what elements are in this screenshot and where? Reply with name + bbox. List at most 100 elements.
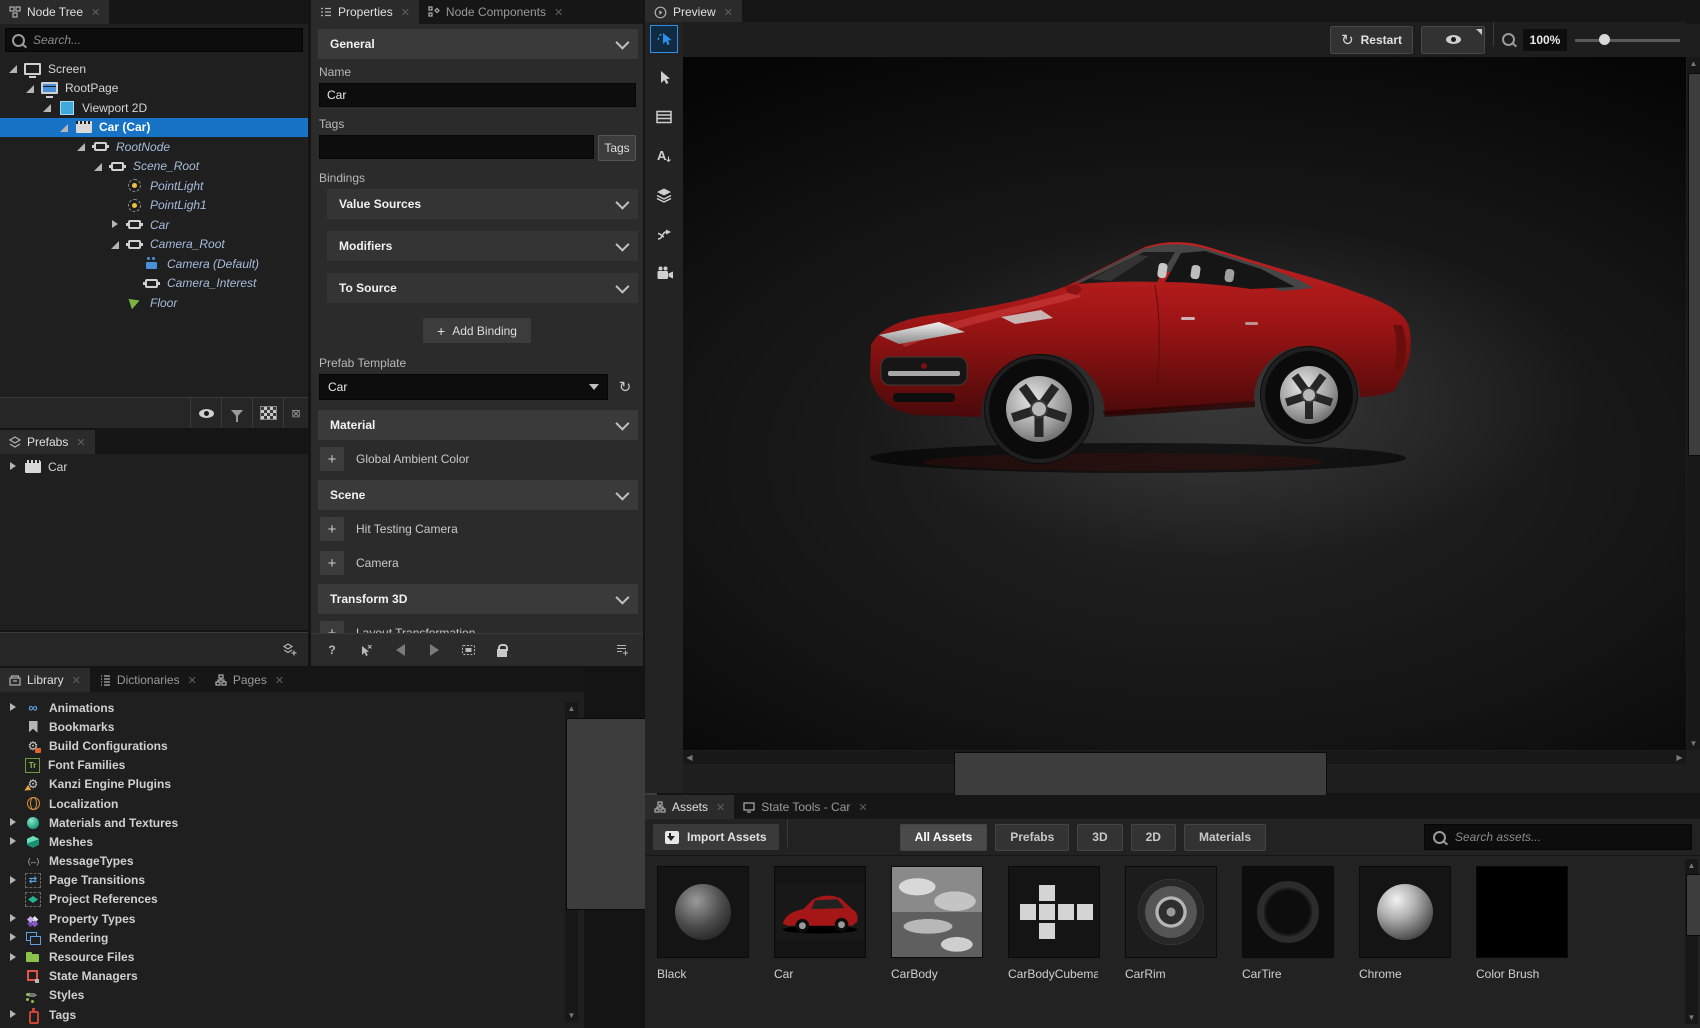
assets-search-input[interactable] xyxy=(1453,829,1683,845)
grid-tool-button[interactable] xyxy=(651,104,677,130)
scroll-down-icon[interactable]: ▼ xyxy=(1687,737,1700,750)
node-tree-search[interactable] xyxy=(5,28,303,52)
tree-item-camera-interest[interactable]: Camera_Interest xyxy=(0,274,308,294)
scroll-left-icon[interactable]: ◀ xyxy=(683,751,696,764)
expander-open-icon[interactable] xyxy=(93,162,102,171)
scroll-up-icon[interactable]: ▲ xyxy=(1685,859,1698,872)
zoom-slider[interactable] xyxy=(1575,30,1680,50)
tab-properties[interactable]: Properties ✕ xyxy=(311,0,419,24)
tree-item-floor[interactable]: Floor xyxy=(0,293,308,313)
black-sphere-thumbnail[interactable] xyxy=(657,866,749,958)
asset-card-cartire[interactable]: CarTire xyxy=(1242,866,1332,981)
library-item-animations[interactable]: Animations xyxy=(0,698,584,717)
section-value-sources[interactable]: Value Sources xyxy=(327,189,638,219)
add-property-button[interactable] xyxy=(319,446,345,472)
visibility-eye-button[interactable] xyxy=(190,398,221,428)
import-assets-button[interactable]: Import Assets xyxy=(653,824,779,850)
visibility-dropdown-button[interactable] xyxy=(1421,26,1485,54)
chrome-sphere-thumbnail[interactable] xyxy=(1359,866,1451,958)
expander-open-icon[interactable] xyxy=(59,123,68,132)
scroll-right-icon[interactable]: ▶ xyxy=(1673,751,1686,764)
expander-closed-icon[interactable] xyxy=(8,1010,17,1019)
tab-state-tools-car[interactable]: State Tools - Car ✕ xyxy=(734,795,876,819)
deselect-cursor-button[interactable] xyxy=(357,641,375,659)
expander-closed-icon[interactable] xyxy=(110,220,119,229)
library-item-rendering[interactable]: Rendering xyxy=(0,928,584,947)
tab-preview[interactable]: Preview ✕ xyxy=(645,0,742,24)
asset-card-carbodycubemap[interactable]: CarBodyCubema... xyxy=(1008,866,1098,981)
slider-thumb[interactable] xyxy=(1599,34,1610,45)
cubemap-thumbnail[interactable] xyxy=(1008,866,1100,958)
tags-field[interactable] xyxy=(319,135,594,159)
expander-closed-icon[interactable] xyxy=(8,914,17,923)
add-library-item-button[interactable] xyxy=(283,643,298,657)
prefab-item-car[interactable]: Car xyxy=(0,457,308,477)
close-icon[interactable]: ✕ xyxy=(91,6,100,19)
asset-card-carrim[interactable]: CarRim xyxy=(1125,866,1215,981)
section-transform-3d[interactable]: Transform 3D xyxy=(318,584,638,614)
section-scene[interactable]: Scene xyxy=(318,480,638,510)
search-input[interactable] xyxy=(31,32,296,48)
close-icon[interactable]: ✕ xyxy=(554,6,563,19)
close-icon[interactable]: ✕ xyxy=(724,6,733,19)
library-item-materials-and-textures[interactable]: Materials and Textures xyxy=(0,813,584,832)
tab-assets[interactable]: Assets ✕ xyxy=(645,795,734,819)
tree-item-screen[interactable]: Screen xyxy=(0,59,308,79)
asset-card-color-brush[interactable]: Color Brush xyxy=(1476,866,1566,981)
filter-prefabs[interactable]: Prefabs xyxy=(995,824,1069,851)
rim-texture-thumbnail[interactable] xyxy=(1125,866,1217,958)
tree-item-viewport-2d[interactable]: Viewport 2D xyxy=(0,98,308,118)
library-item-kanzi-engine-plugins[interactable]: Kanzi Engine Plugins xyxy=(0,775,584,794)
tab-prefabs[interactable]: Prefabs ✕ xyxy=(0,430,95,454)
lock-button[interactable] xyxy=(493,641,511,659)
scrollbar-thumb[interactable] xyxy=(1686,874,1700,936)
filter-all-assets[interactable]: All Assets xyxy=(900,824,988,851)
tree-item-camera-default[interactable]: Camera (Default) xyxy=(0,254,308,274)
library-item-page-transitions[interactable]: Page Transitions xyxy=(0,871,584,890)
tab-pages[interactable]: Pages ✕ xyxy=(206,668,293,692)
close-icon[interactable]: ✕ xyxy=(275,674,284,687)
close-icon[interactable]: ✕ xyxy=(72,674,81,687)
help-button[interactable]: ? xyxy=(323,641,341,659)
assets-scrollbar[interactable]: ▲ ▼ xyxy=(1685,859,1698,1024)
scrollbar-thumb[interactable] xyxy=(1688,73,1700,456)
scroll-up-icon[interactable]: ▲ xyxy=(1687,57,1700,70)
camera-tool-button[interactable] xyxy=(651,260,677,286)
interact-tool-button[interactable] xyxy=(651,26,677,52)
close-icon[interactable]: ✕ xyxy=(401,6,410,19)
history-forward-button[interactable] xyxy=(425,641,443,659)
clear-filter-button[interactable]: ⊠ xyxy=(283,398,308,428)
scroll-up-icon[interactable]: ▲ xyxy=(565,702,578,715)
expander-closed-icon[interactable] xyxy=(8,837,17,846)
filter-button[interactable] xyxy=(221,398,252,428)
section-general[interactable]: General xyxy=(318,29,638,59)
tree-item-car-car[interactable]: Car (Car) xyxy=(0,118,308,138)
tab-library[interactable]: Library ✕ xyxy=(0,668,90,692)
expander-closed-icon[interactable] xyxy=(8,703,17,712)
expander-open-icon[interactable] xyxy=(25,84,34,93)
asset-card-black[interactable]: Black xyxy=(657,866,747,981)
tab-node-tree[interactable]: Node Tree ✕ xyxy=(0,0,109,24)
tags-button[interactable]: Tags xyxy=(598,135,636,161)
add-property-button[interactable] xyxy=(319,620,345,634)
expander-closed-icon[interactable] xyxy=(8,462,17,471)
preview-horizontal-scrollbar[interactable]: ◀ ▶ xyxy=(683,751,1686,764)
prefab-template-dropdown[interactable]: Car xyxy=(319,374,608,400)
expander-open-icon[interactable] xyxy=(76,142,85,151)
assets-search[interactable] xyxy=(1424,824,1692,850)
asset-card-carbody[interactable]: CarBody xyxy=(891,866,981,981)
filter-2d[interactable]: 2D xyxy=(1131,824,1176,851)
close-icon[interactable]: ✕ xyxy=(858,801,867,814)
tab-dictionaries[interactable]: Dictionaries ✕ xyxy=(90,668,206,692)
layers-tool-button[interactable] xyxy=(651,182,677,208)
library-item-tags[interactable]: Tags xyxy=(0,1005,584,1024)
frame-selection-button[interactable] xyxy=(459,641,477,659)
name-field[interactable] xyxy=(319,83,636,107)
preview-3d-viewport[interactable] xyxy=(683,57,1686,750)
restart-button[interactable]: ↻Restart xyxy=(1330,26,1413,54)
scroll-down-icon[interactable]: ▼ xyxy=(565,1009,578,1022)
add-property-button[interactable] xyxy=(319,550,345,576)
expander-open-icon[interactable] xyxy=(42,103,51,112)
add-property-button[interactable] xyxy=(319,516,345,542)
tree-item-scene-root[interactable]: Scene_Root xyxy=(0,157,308,177)
